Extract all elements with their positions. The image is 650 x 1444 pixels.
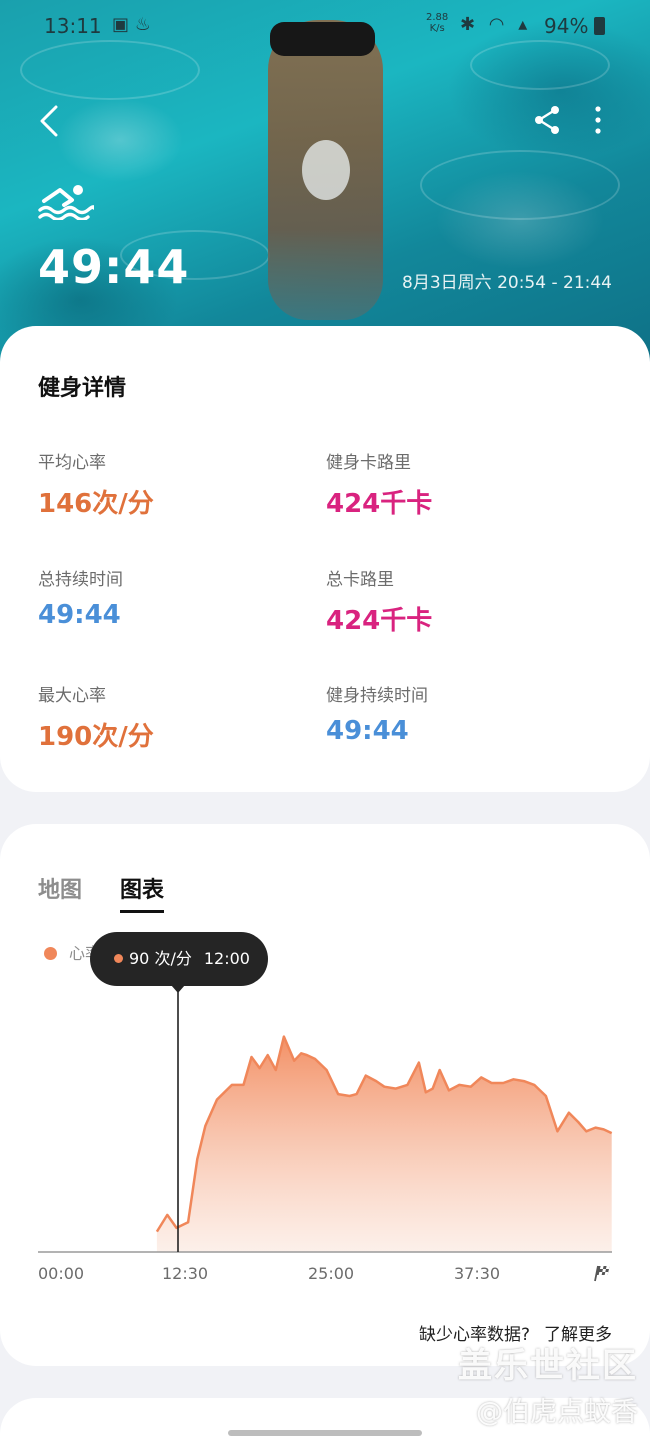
finish-flag-icon (594, 1265, 610, 1282)
tooltip-arrow (171, 985, 185, 993)
metric-workout-calories: 健身卡路里 424千卡 (326, 453, 433, 519)
back-arrow-icon[interactable] (36, 104, 66, 138)
metric-total-calories: 总卡路里 424千卡 (326, 570, 433, 636)
swimming-icon (38, 185, 94, 220)
metric-avg-heart-rate: 平均心率 146次/分 (38, 453, 154, 519)
x-tick-label: 12:30 (162, 1264, 209, 1283)
metric-max-heart-rate: 最大心率 190次/分 (38, 686, 154, 752)
tooltip-dot (114, 954, 123, 963)
status-bar: 13:11 ▣ ♨ 2.88 K/s ✱ ◠ ▴ 94% (0, 0, 650, 52)
workout-duration: 49:44 (38, 240, 190, 294)
metric-total-duration: 总持续时间 49:44 (38, 570, 123, 630)
watermark-author: @伯虎点蚊香 (476, 1397, 638, 1428)
x-tick-label: 25:00 (308, 1264, 355, 1283)
workout-date-range: 8月3日周六 20:54 - 21:44 (402, 273, 612, 293)
chart-tooltip: 90 次/分 12:00 (90, 932, 268, 986)
workout-details-card: 健身详情 平均心率 146次/分 健身卡路里 424千卡 总持续时间 49:44… (0, 326, 650, 792)
network-speed: 2.88 K/s (426, 12, 449, 34)
share-icon[interactable] (532, 104, 562, 136)
workout-hero-photo: 13:11 ▣ ♨ 2.88 K/s ✱ ◠ ▴ 94% 49:44 8月3日周… (0, 0, 650, 380)
battery-percent: 94% (544, 14, 589, 38)
chart-card: 地图 图表 心率 90 次/分 12:00 00:00 12:30 25:00 3… (0, 824, 650, 1366)
more-options-icon[interactable] (588, 104, 608, 136)
connectivity-icons: ✱ ◠ ▴ (460, 14, 532, 35)
home-indicator[interactable] (228, 1430, 422, 1436)
battery-icon (594, 17, 605, 35)
notification-icons: ▣ ♨ (112, 14, 151, 35)
details-title: 健身详情 (38, 376, 127, 401)
x-tick-label: 00:00 (38, 1264, 85, 1283)
tooltip-value: 90 次/分 (129, 949, 192, 968)
heart-rate-area (156, 1036, 612, 1252)
watermark-community: 盖乐世社区 (458, 1346, 638, 1386)
status-time: 13:11 (44, 14, 102, 38)
swimmer-cap (302, 140, 350, 200)
metric-workout-duration: 健身持续时间 49:44 (326, 686, 428, 746)
water-ripple (420, 150, 620, 220)
tooltip-time: 12:00 (203, 949, 250, 968)
x-tick-label: 37:30 (454, 1264, 501, 1283)
heart-rate-chart[interactable] (0, 824, 650, 1366)
